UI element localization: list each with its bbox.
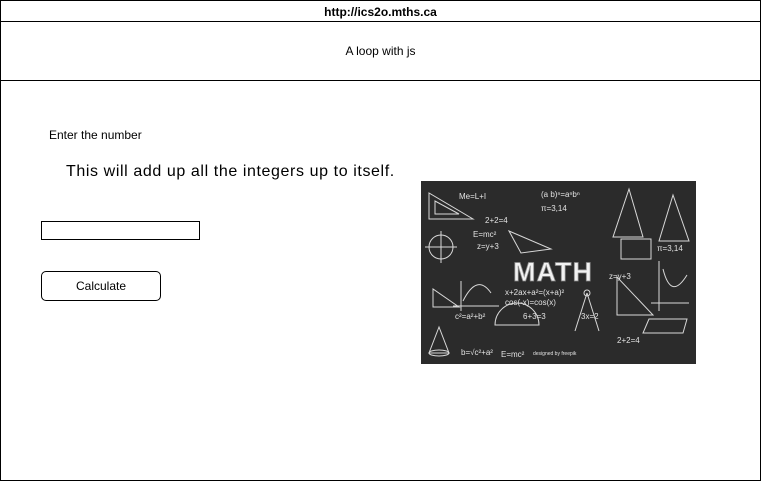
enter-number-label: Enter the number	[49, 128, 142, 142]
formula-11: π=3,14	[657, 244, 683, 253]
formula-3: 2+2=4	[485, 216, 508, 225]
number-input[interactable]	[41, 221, 200, 240]
chalkboard-math-word: MATH	[513, 257, 593, 287]
formula-6: x+2ax+a²=(x+a)²	[505, 288, 564, 297]
formula-2: π=3,14	[541, 204, 567, 213]
formula-5: z=y+3	[477, 242, 499, 251]
url-bar[interactable]: http://ics2o.mths.ca	[1, 1, 760, 22]
formula-4: E=mc²	[473, 230, 497, 239]
page-title: A loop with js	[345, 44, 416, 58]
formula-14: 2+2=4	[617, 336, 640, 345]
description-text: This will add up all the integers up to …	[66, 163, 395, 180]
math-chalkboard-image: MATH Me=L+I (a b)ⁿ=aⁿbⁿ π=3,14 2+2=4 E=m…	[421, 181, 696, 364]
calculate-button[interactable]: Calculate	[41, 271, 161, 301]
browser-frame: http://ics2o.mths.ca A loop with js Ente…	[0, 0, 761, 481]
formula-15: b=√c²+a²	[461, 348, 493, 357]
formula-13: E=mc²	[501, 350, 525, 359]
page-header: A loop with js	[1, 22, 760, 81]
formula-10: 3x=2	[581, 312, 599, 321]
formula-12: z=y+3	[609, 272, 631, 281]
formula-0: Me=L+I	[459, 192, 486, 201]
formula-9: 6+3=3	[523, 312, 546, 321]
formula-16: designed by freepik	[533, 351, 577, 357]
formula-8: c²=a²+b²	[455, 312, 486, 321]
formula-1: (a b)ⁿ=aⁿbⁿ	[541, 190, 580, 199]
formula-7: cos(-x)=cos(x)	[505, 298, 556, 307]
